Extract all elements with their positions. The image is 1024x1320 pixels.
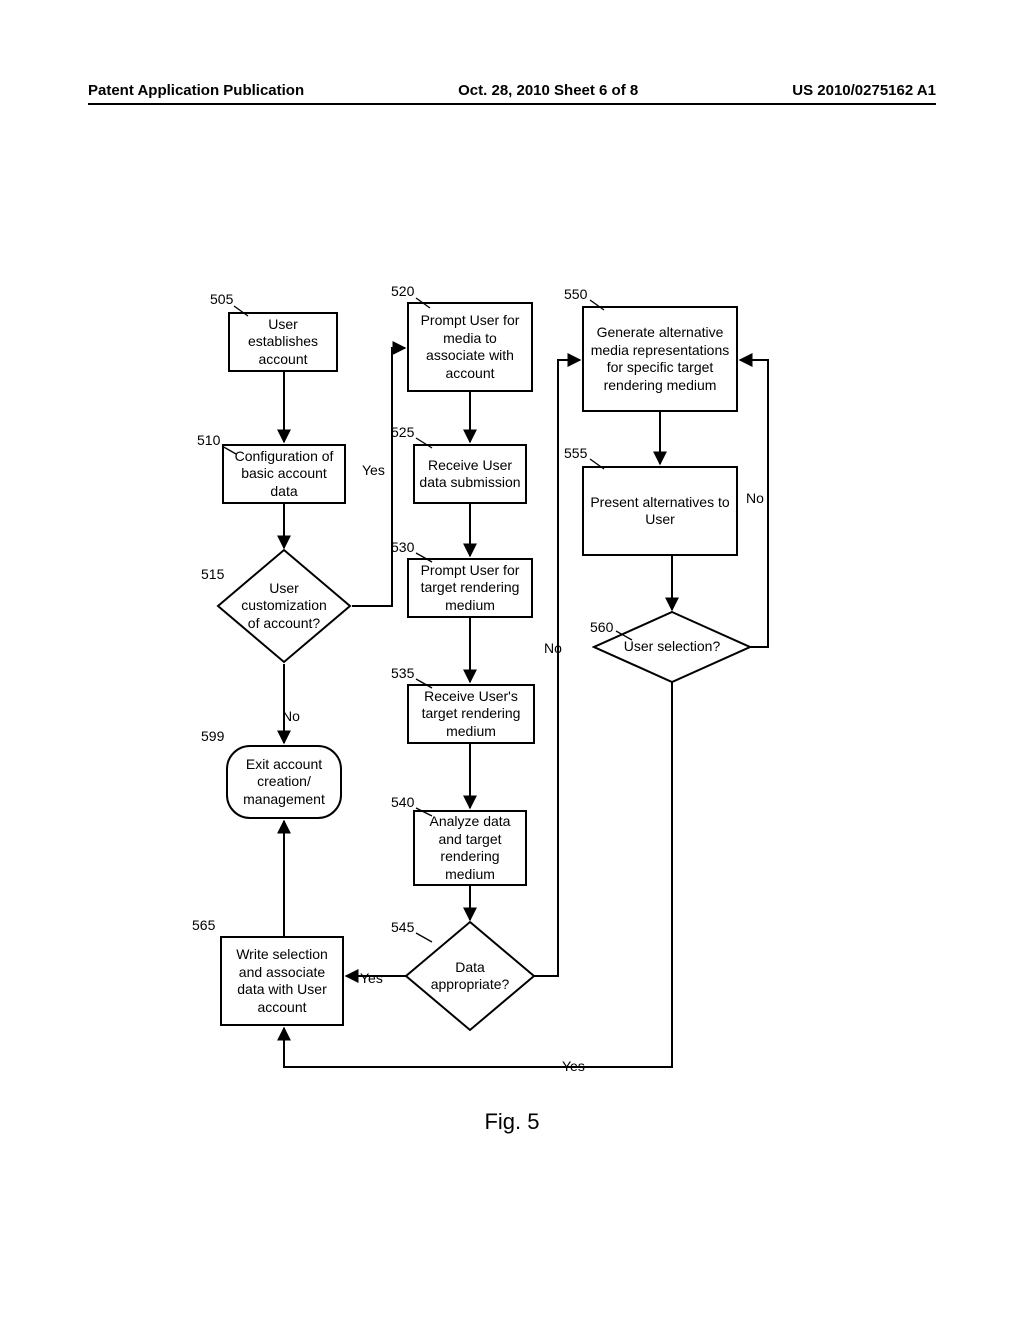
- header-right: US 2010/0275162 A1: [792, 82, 936, 99]
- diamond-515-text: User customization of account?: [216, 548, 352, 664]
- edge-545-yes: Yes: [358, 970, 385, 986]
- terminator-599-text: Exit account creation/ management: [232, 756, 336, 809]
- ref-565: 565: [192, 917, 215, 933]
- ref-535: 535: [391, 665, 414, 681]
- box-565: Write selection and associate data with …: [220, 936, 344, 1026]
- box-525: Receive User data submission: [413, 444, 527, 504]
- box-510-text: Configuration of basic account data: [228, 448, 340, 501]
- terminator-599: Exit account creation/ management: [226, 745, 342, 819]
- ref-510: 510: [197, 432, 220, 448]
- box-550-text: Generate alternative media representatio…: [588, 324, 732, 394]
- box-535-text: Receive User's target rendering medium: [413, 688, 529, 741]
- box-535: Receive User's target rendering medium: [407, 684, 535, 744]
- ref-520: 520: [391, 283, 414, 299]
- box-530: Prompt User for target rendering medium: [407, 558, 533, 618]
- box-505: User establishes account: [228, 312, 338, 372]
- edge-545-no: No: [542, 640, 564, 656]
- header-left: Patent Application Publication: [88, 82, 304, 99]
- box-565-text: Write selection and associate data with …: [226, 946, 338, 1016]
- ref-555: 555: [564, 445, 587, 461]
- box-540: Analyze data and target rendering medium: [413, 810, 527, 886]
- edge-515-no: No: [280, 708, 302, 724]
- header-center: Oct. 28, 2010 Sheet 6 of 8: [458, 82, 638, 99]
- ref-530: 530: [391, 539, 414, 555]
- ref-525: 525: [391, 424, 414, 440]
- diamond-560-text: User selection?: [592, 610, 752, 684]
- box-530-text: Prompt User for target rendering medium: [413, 562, 527, 615]
- ref-550: 550: [564, 286, 587, 302]
- box-525-text: Receive User data submission: [419, 457, 521, 492]
- edge-560-yes: Yes: [560, 1058, 587, 1074]
- diamond-545-text: Data appropriate?: [404, 920, 536, 1032]
- box-520: Prompt User for media to associate with …: [407, 302, 533, 392]
- diamond-515: User customization of account?: [216, 548, 352, 664]
- box-510: Configuration of basic account data: [222, 444, 346, 504]
- box-540-text: Analyze data and target rendering medium: [419, 813, 521, 883]
- figure-caption: Fig. 5: [0, 1109, 1024, 1135]
- box-505-text: User establishes account: [234, 316, 332, 369]
- ref-540: 540: [391, 794, 414, 810]
- box-555: Present alternatives to User: [582, 466, 738, 556]
- box-550: Generate alternative media representatio…: [582, 306, 738, 412]
- diamond-560: User selection?: [592, 610, 752, 684]
- ref-599: 599: [201, 728, 224, 744]
- edge-515-yes: Yes: [360, 462, 387, 478]
- box-555-text: Present alternatives to User: [588, 494, 732, 529]
- diamond-545: Data appropriate?: [404, 920, 536, 1032]
- ref-505: 505: [210, 291, 233, 307]
- edge-560-no: No: [744, 490, 766, 506]
- page: Patent Application Publication Oct. 28, …: [0, 0, 1024, 1320]
- page-header: Patent Application Publication Oct. 28, …: [88, 82, 936, 105]
- box-520-text: Prompt User for media to associate with …: [413, 312, 527, 382]
